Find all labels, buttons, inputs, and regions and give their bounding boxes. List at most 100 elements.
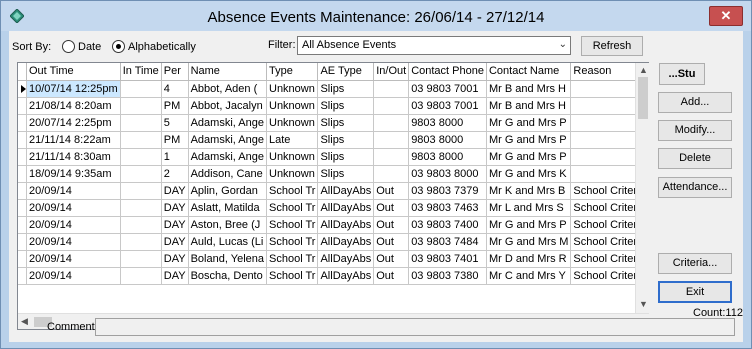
table-cell[interactable]: 21/11/14 8:30am [26,148,121,166]
table-cell[interactable]: PM [161,97,189,115]
scroll-up-icon[interactable]: ▲ [639,65,648,75]
row-indicator[interactable] [18,114,27,132]
table-cell[interactable] [120,80,162,98]
table-cell[interactable]: PM [161,131,189,149]
table-cell[interactable] [120,216,162,234]
table-cell[interactable]: Slips [317,114,375,132]
table-cell[interactable] [120,165,162,183]
table-cell[interactable]: Mr L and Mrs S [486,199,572,217]
table-cell[interactable] [373,131,410,149]
table-cell[interactable]: 21/11/14 8:22am [26,131,121,149]
table-cell[interactable]: School Tr [266,182,319,200]
table-cell[interactable] [120,148,162,166]
table-cell[interactable]: DAY [161,267,189,285]
close-button[interactable]: ✕ [709,6,743,26]
column-header[interactable]: Out Time [26,63,121,81]
table-cell[interactable]: 2 [161,165,189,183]
table-row[interactable]: 21/11/14 8:22am PM Adamski, Ange Late Slips 9… [18,131,649,149]
table-cell[interactable]: Addison, Cane [188,165,268,183]
table-cell[interactable]: Slips [317,97,375,115]
table-cell[interactable]: Mr G and Mrs M [486,233,572,251]
table-cell[interactable]: School Tr [266,233,319,251]
table-cell[interactable]: Unknown [266,148,319,166]
add-button[interactable]: Add... [658,92,732,113]
row-indicator[interactable] [18,250,27,268]
table-cell[interactable]: 20/09/14 [26,199,121,217]
table-cell[interactable]: AllDayAbs [317,233,375,251]
table-cell[interactable]: Abbot, Aden ( [188,80,268,98]
scroll-left-icon[interactable]: ◀ [21,316,28,327]
column-header[interactable]: Per [161,63,189,81]
table-cell[interactable]: Late [266,131,319,149]
table-cell[interactable]: 20/09/14 [26,216,121,234]
table-cell[interactable]: Slips [317,165,375,183]
table-cell[interactable]: DAY [161,233,189,251]
table-cell[interactable]: 20/09/14 [26,250,121,268]
attendance-button[interactable]: Attendance... [658,177,732,198]
table-cell[interactable]: Boscha, Dento [188,267,268,285]
table-row[interactable]: 10/07/14 12:25pm 4 Abbot, Aden (Unknown Sli… [18,80,649,98]
table-cell[interactable]: 20/09/14 [26,267,121,285]
table-cell[interactable]: Unknown [266,165,319,183]
vertical-scrollbar[interactable]: ▲ ▼ [635,63,649,313]
table-cell[interactable]: Mr B and Mrs H [486,97,572,115]
table-cell[interactable]: Aston, Bree (J [188,216,268,234]
column-header[interactable]: In Time [120,63,162,81]
table-cell[interactable]: 20/09/14 [26,182,121,200]
table-row[interactable]: 20/09/14 DAY Boland, Yelena School Tr AllDay… [18,250,649,268]
row-indicator[interactable] [18,97,27,115]
table-cell[interactable]: 9803 8000 [408,131,487,149]
table-cell[interactable]: AllDayAbs [317,199,375,217]
table-cell[interactable] [373,165,410,183]
table-cell[interactable]: Abbot, Jacalyn [188,97,268,115]
table-cell[interactable]: 03 9803 7401 [408,250,487,268]
table-cell[interactable]: Mr G and Mrs P [486,131,572,149]
modify-button[interactable]: Modify... [658,120,732,141]
table-cell[interactable]: School Tr [266,199,319,217]
column-header[interactable]: In/Out [373,63,410,81]
table-cell[interactable]: Mr D and Mrs R [486,250,572,268]
row-indicator[interactable] [18,233,27,251]
sort-date-radio[interactable] [62,40,75,53]
table-cell[interactable]: Adamski, Ange [188,114,268,132]
column-header[interactable]: Name [188,63,268,81]
table-cell[interactable]: Mr K and Mrs B [486,182,572,200]
table-cell[interactable]: 9803 8000 [408,114,487,132]
refresh-button[interactable]: Refresh [581,36,643,56]
table-cell[interactable]: 20/09/14 [26,233,121,251]
table-cell[interactable]: DAY [161,250,189,268]
table-cell[interactable]: School Tr [266,267,319,285]
row-indicator[interactable] [18,80,27,98]
row-indicator[interactable] [18,182,27,200]
table-cell[interactable]: Mr G and Mrs P [486,216,572,234]
table-cell[interactable]: DAY [161,216,189,234]
table-cell[interactable]: Unknown [266,80,319,98]
table-cell[interactable]: Mr G and Mrs K [486,165,572,183]
row-indicator[interactable] [18,267,27,285]
table-cell[interactable]: 5 [161,114,189,132]
table-cell[interactable]: 4 [161,80,189,98]
table-cell[interactable]: Out [373,267,410,285]
table-cell[interactable]: Unknown [266,114,319,132]
table-cell[interactable]: AllDayAbs [317,216,375,234]
table-cell[interactable]: AllDayAbs [317,250,375,268]
table-cell[interactable] [120,131,162,149]
vertical-scroll-thumb[interactable] [638,77,648,119]
table-row[interactable]: 20/09/14 DAY Aston, Bree (J School Tr AllDay… [18,216,649,234]
column-header[interactable]: Type [266,63,319,81]
table-row[interactable]: 21/11/14 8:30am 1 Adamski, Ange Unknown Slip… [18,148,649,166]
table-cell[interactable]: Mr G and Mrs P [486,114,572,132]
table-cell[interactable]: 03 9803 7463 [408,199,487,217]
column-header[interactable]: AE Type [317,63,375,81]
table-cell[interactable]: School Tr [266,250,319,268]
table-cell[interactable]: 03 9803 8000 [408,165,487,183]
table-cell[interactable]: Mr B and Mrs H [486,80,572,98]
table-cell[interactable]: 9803 8000 [408,148,487,166]
table-cell[interactable]: Out [373,233,410,251]
table-cell[interactable]: Out [373,182,410,200]
table-cell[interactable] [120,199,162,217]
table-cell[interactable]: Boland, Yelena [188,250,268,268]
comment-field[interactable] [95,318,735,336]
criteria-button[interactable]: Criteria... [658,253,732,274]
table-cell[interactable]: Adamski, Ange [188,148,268,166]
